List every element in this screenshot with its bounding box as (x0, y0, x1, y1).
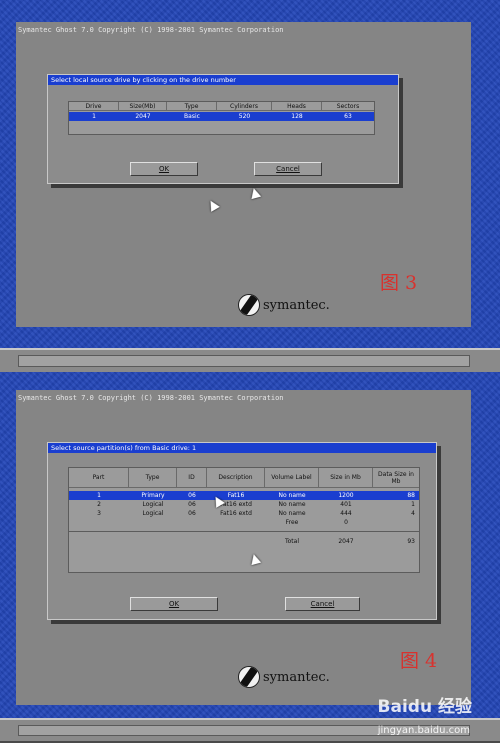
partition-row-2[interactable]: 2 Logical 06 Fat16 extd No name 401 1 (69, 500, 419, 509)
total-divider (69, 531, 419, 532)
bottom-ok-button[interactable]: OK (130, 597, 218, 611)
baidu-watermark-url: jingyan.baidu.com (377, 725, 470, 736)
col-type: Type (167, 102, 217, 111)
top-ghost-screen: Symantec Ghost 7.0 Copyright (C) 1998-20… (16, 22, 471, 327)
drive-row-1[interactable]: 1 2047 Basic 520 128 63 (69, 112, 374, 121)
cell: 06 (188, 510, 196, 517)
cell: 2 (97, 501, 101, 508)
cell: 3 (97, 510, 101, 517)
col-id: ID (177, 468, 207, 488)
col-type: Type (129, 468, 177, 488)
col-size-mb: Size in Mb (319, 468, 373, 488)
cell: Free (285, 519, 299, 526)
cell: No name (278, 501, 306, 508)
symantec-logo-text: symantec. (263, 297, 330, 313)
col-sectors: Sectors (322, 102, 374, 111)
cell: 06 (188, 501, 196, 508)
cell: 1 (92, 113, 96, 120)
cell: Logical (142, 501, 164, 508)
cell: 0 (344, 519, 348, 526)
drive-table: Drive Size(Mb) Type Cylinders Heads Sect… (68, 101, 375, 135)
drive-table-header: Drive Size(Mb) Type Cylinders Heads Sect… (69, 102, 374, 111)
top-cancel-button[interactable]: Cancel (254, 162, 322, 176)
bottom-ghost-screen: Symantec Ghost 7.0 Copyright (C) 1998-20… (16, 390, 471, 705)
partition-row-1[interactable]: 1 Primary 06 Fat16 No name 1200 88 (69, 491, 419, 500)
cell (129, 518, 177, 527)
symantec-logo: symantec. (238, 294, 330, 316)
partition-total-row: Total 2047 93 (69, 537, 419, 546)
partition-row-free: Free 0 (69, 518, 419, 527)
col-drive: Drive (69, 102, 119, 111)
cell: Fat16 extd (220, 510, 252, 517)
col-part: Part (69, 468, 129, 488)
top-source-drive-dialog: Select local source drive by clicking on… (47, 74, 399, 184)
col-size: Size(Mb) (119, 102, 167, 111)
top-status-field (18, 355, 470, 367)
total-label: Total (284, 538, 299, 545)
partition-row-3[interactable]: 3 Logical 06 Fat16 extd No name 444 4 (69, 509, 419, 518)
cell: 1 (97, 492, 101, 499)
cell: 128 (291, 113, 303, 120)
cell: 520 (238, 113, 251, 120)
bottom-dialog-title: Select source partition(s) from Basic dr… (48, 443, 436, 453)
top-ok-button[interactable]: OK (130, 162, 198, 176)
col-heads: Heads (272, 102, 322, 111)
cell: 1200 (338, 492, 354, 499)
cell: No name (278, 492, 306, 499)
figure-label-3: 图 3 (380, 272, 418, 294)
cell: Basic (184, 113, 200, 120)
baidu-watermark: Baidu 经验 (377, 697, 472, 717)
cell: 401 (340, 501, 352, 508)
col-cylinders: Cylinders (217, 102, 272, 111)
col-description: Description (207, 468, 265, 488)
cell: 444 (340, 510, 352, 517)
col-volume-label: Volume Label (265, 468, 319, 488)
top-status-bar (0, 348, 500, 374)
cell: 4 (411, 510, 415, 517)
symantec-logo-icon (238, 666, 260, 688)
cell: No name (278, 510, 306, 517)
partition-table: Part Type ID Description Volume Label Si… (68, 467, 420, 573)
symantec-logo-icon (238, 294, 260, 316)
cell: 63 (344, 113, 352, 120)
figure-label-4: 图 4 (400, 650, 438, 672)
cell: 06 (188, 492, 196, 499)
cell (373, 518, 419, 527)
cell: 1 (411, 501, 415, 508)
cell: 88 (407, 492, 415, 499)
partition-table-header: Part Type ID Description Volume Label Si… (69, 468, 419, 488)
top-dialog-title: Select local source drive by clicking on… (48, 75, 398, 85)
total-data-size: 93 (407, 538, 415, 545)
cell: Primary (141, 492, 165, 499)
cell (69, 518, 129, 527)
total-size: 2047 (338, 538, 354, 545)
cell (177, 518, 207, 527)
bottom-source-partition-dialog: Select source partition(s) from Basic dr… (47, 442, 437, 620)
bottom-window-title: Symantec Ghost 7.0 Copyright (C) 1998-20… (18, 394, 284, 402)
cell: 2047 (135, 113, 151, 120)
bottom-cancel-button[interactable]: Cancel (285, 597, 360, 611)
symantec-logo: symantec. (238, 666, 330, 688)
top-window-title: Symantec Ghost 7.0 Copyright (C) 1998-20… (18, 26, 284, 34)
mouse-pointer-icon (248, 186, 262, 200)
cell (207, 518, 265, 527)
symantec-logo-text: symantec. (263, 669, 330, 685)
col-data-size-mb: Data Size in Mb (373, 468, 419, 488)
cell: Logical (142, 510, 164, 517)
mouse-pointer-icon (206, 198, 220, 212)
